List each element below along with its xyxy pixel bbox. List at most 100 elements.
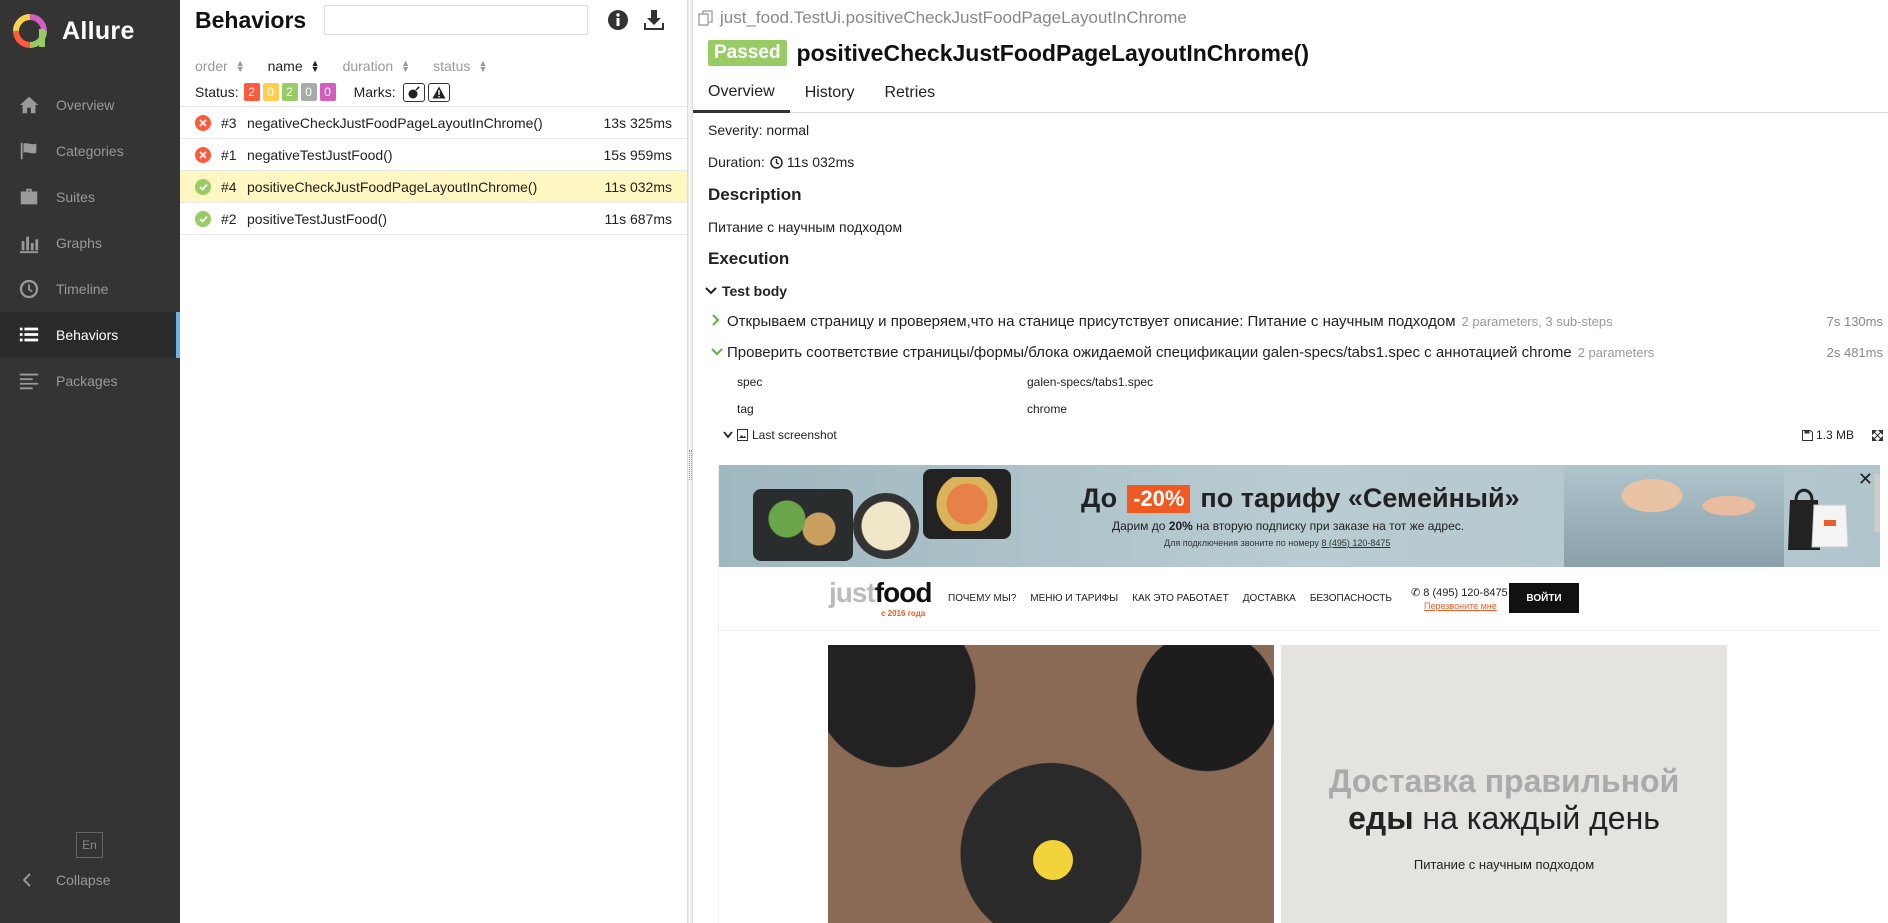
execution-heading: Execution (708, 249, 790, 268)
chevron-down-icon (705, 287, 717, 295)
site-callback: Перезвоните мне (1424, 601, 1497, 611)
download-button[interactable] (642, 8, 666, 32)
test-row[interactable]: #4 positiveCheckJustFoodPageLayoutInChro… (180, 171, 687, 203)
site-phone: ✆ 8 (495) 120-8475 (1411, 587, 1508, 599)
sort-order[interactable]: order ▲ ▼ (195, 58, 245, 74)
sidebar-item-timeline[interactable]: Timeline (0, 266, 180, 312)
site-menu: ПОЧЕМУ МЫ? МЕНЮ И ТАРИФЫ КАК ЭТО РАБОТАЕ… (948, 593, 1406, 604)
step-row[interactable]: Проверить соответствие страницы/формы/бл… (711, 337, 1888, 368)
test-number: #4 (221, 178, 237, 195)
chevron-down-icon (711, 344, 725, 361)
duration-value: 11s 032ms (786, 154, 855, 170)
parameter-row: tag chrome (737, 395, 1888, 422)
mark-new-failed-button[interactable] (427, 82, 450, 102)
promo-phone-number: 8 (495) 120-8475 (1321, 538, 1391, 548)
hero-subtitle: Питание с научным подходом (1413, 857, 1595, 872)
filter-bar: Status: 2 0 2 0 0 Marks: (180, 82, 687, 107)
sort-label: order (195, 58, 228, 74)
sidebar-item-suites[interactable]: Suites (0, 174, 180, 220)
sidebar-item-label: Graphs (56, 235, 102, 251)
bar-chart-icon (19, 236, 39, 254)
step-row[interactable]: Открываем страницу и проверяем,что на ст… (711, 306, 1888, 337)
attachment-size-text: 1.3 MB (1815, 428, 1854, 442)
status-filter-passed[interactable]: 2 (281, 83, 298, 101)
promo-banner: До -20% по тарифу «Семейный» Дарим до 20… (719, 465, 1880, 567)
tree-header: Behaviors (180, 0, 687, 40)
tab-overview[interactable]: Overview (693, 73, 790, 113)
test-row[interactable]: #2 positiveTestJustFood() 11s 687ms (180, 203, 687, 235)
promo-sub-post: на вторую подписку при заказе на тот же … (1196, 519, 1465, 533)
test-name: positiveTestJustFood() (247, 210, 388, 227)
step-time: 7s 130ms (1826, 314, 1883, 329)
sort-arrows-icon: ▲ ▼ (235, 58, 245, 74)
sidebar-item-categories[interactable]: Categories (0, 128, 180, 174)
site-header: justfood с 2016 года ПОЧЕМУ МЫ? МЕНЮ И Т… (719, 567, 1880, 631)
test-number: #2 (221, 210, 237, 227)
copy-icon[interactable] (698, 10, 714, 26)
site-menu-item: КАК ЭТО РАБОТАЕТ (1132, 593, 1229, 604)
sidebar-item-behaviors[interactable]: Behaviors (0, 312, 180, 358)
search-input[interactable] (324, 5, 589, 35)
delivery-bag-image (1788, 488, 1849, 550)
attachment-toggle[interactable]: Last screenshot 1.3 MB (723, 422, 1888, 448)
sidebar-item-label: Categories (56, 143, 124, 159)
image-file-icon (737, 429, 748, 441)
site-menu-item: ПОЧЕМУ МЫ? (948, 593, 1017, 604)
status-filter-broken[interactable]: 0 (262, 83, 279, 101)
description-heading: Description (708, 185, 802, 204)
sidebar-item-label: Timeline (56, 281, 109, 297)
test-row[interactable]: #3 negativeCheckJustFoodPageLayoutInChro… (180, 107, 687, 139)
sort-arrows-icon: ▲ ▼ (310, 58, 320, 74)
logo-just: just (829, 577, 876, 608)
parameter-name: spec (737, 374, 763, 389)
test-row[interactable]: #1 negativeTestJustFood() 15s 959ms (180, 139, 687, 171)
couple-photo (1564, 465, 1784, 567)
sort-status[interactable]: status ▲ ▼ (433, 58, 487, 74)
clock-icon (770, 155, 783, 169)
allure-logo-icon (13, 14, 47, 48)
status-filter-failed[interactable]: 2 (243, 83, 260, 101)
info-button[interactable] (606, 8, 630, 32)
parameter-row: spec galen-specs/tabs1.spec (737, 368, 1888, 395)
hero-card: Доставка правильной еды на каждый день П… (1281, 645, 1727, 923)
marks-label: Marks: (353, 84, 396, 100)
sort-name[interactable]: name ▲ ▼ (268, 58, 320, 74)
sort-duration[interactable]: duration ▲ ▼ (343, 58, 411, 74)
tab-history[interactable]: History (790, 73, 870, 113)
site-phone-number: 8 (495) 120-8475 (1423, 587, 1508, 599)
behaviors-pane: Behaviors order ▲ ▼ name ▲ ▼ duration ▲ ▼ stat… (180, 0, 687, 923)
screenshot-scrollbar[interactable] (1874, 473, 1880, 533)
overview-content: Severity: normal Duration: 11s 032ms Des… (693, 114, 1888, 448)
sidebar-item-graphs[interactable]: Graphs (0, 220, 180, 266)
status-filter-skipped[interactable]: 0 (300, 83, 317, 101)
promo-subtext: Дарим до 20% на вторую подписку при зака… (1112, 519, 1464, 533)
promo-phone-pre: Для подключения звоните по номеру (1164, 538, 1319, 548)
language-switch[interactable]: En (76, 832, 103, 858)
sidebar-item-packages[interactable]: Packages (0, 358, 180, 404)
test-duration: 13s 325ms (603, 114, 672, 131)
sidebar-item-label: Packages (56, 373, 118, 389)
passed-icon (195, 210, 211, 227)
home-icon (19, 96, 39, 114)
collapse-button[interactable]: Collapse (22, 872, 110, 888)
clock-icon (19, 279, 39, 299)
flag-icon (20, 142, 37, 160)
test-number: #1 (221, 146, 237, 163)
test-body-toggle[interactable]: Test body (705, 276, 1888, 306)
status-label: Status: (195, 84, 239, 100)
promo-sub-pre: Дарим до (1112, 519, 1166, 533)
tab-retries[interactable]: Retries (869, 73, 950, 113)
brand[interactable]: Allure (0, 0, 180, 62)
save-icon[interactable] (1801, 429, 1813, 441)
mark-flaky-button[interactable] (402, 82, 425, 102)
sidebar-item-overview[interactable]: Overview (0, 82, 180, 128)
status-filter-unknown[interactable]: 0 (319, 83, 336, 101)
test-duration: 11s 032ms (604, 178, 672, 195)
sort-arrows-icon: ▲ ▼ (401, 58, 411, 74)
splitter-grip[interactable] (689, 450, 692, 480)
info-icon (608, 10, 629, 30)
expand-icon[interactable] (1872, 429, 1883, 441)
promo-before: До (1081, 483, 1118, 513)
sidebar-nav: Overview Categories Suites Graphs Timeli… (0, 82, 180, 404)
parameter-value: galen-specs/tabs1.spec (1027, 374, 1154, 389)
